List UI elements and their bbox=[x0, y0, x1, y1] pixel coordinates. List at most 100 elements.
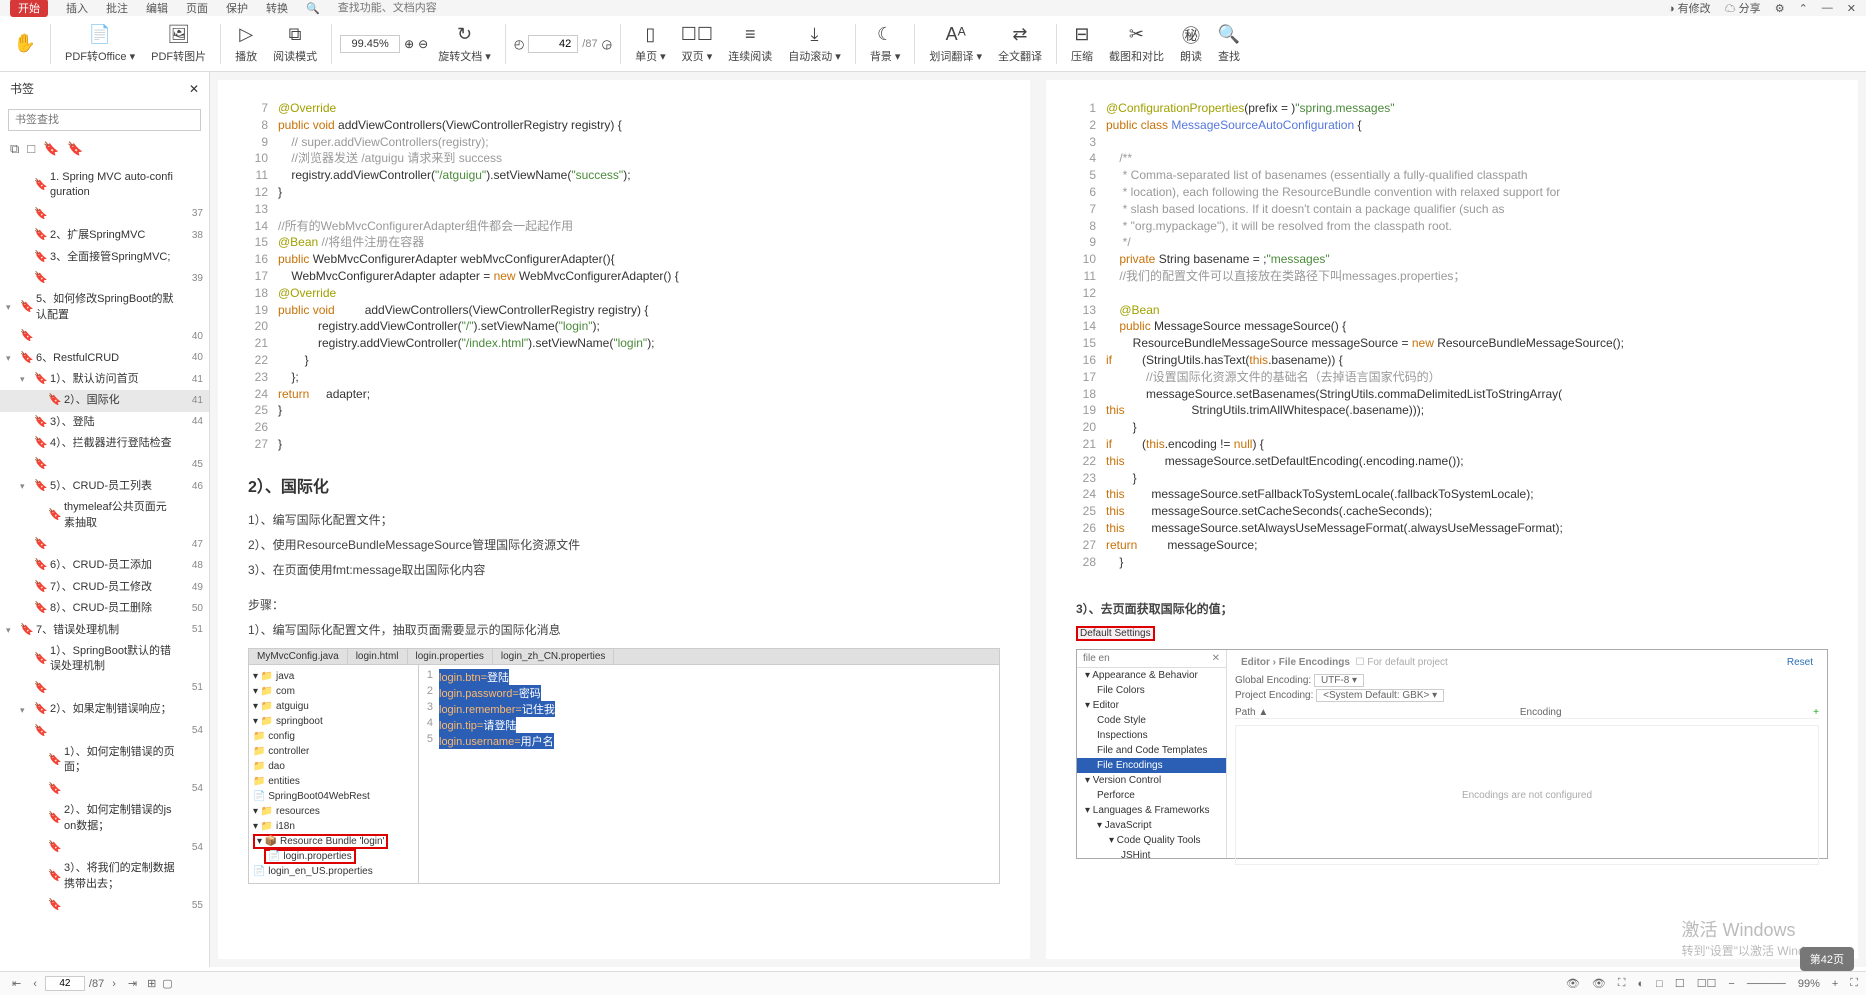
prev-page-icon[interactable]: ◴ bbox=[514, 37, 524, 51]
continuous-read[interactable]: ≡连续阅读 bbox=[722, 20, 778, 68]
ide-tree-item[interactable]: 📄 login.properties bbox=[253, 849, 414, 864]
settings-tree-item[interactable]: ▾ Version Control bbox=[1077, 773, 1226, 788]
rotate-doc[interactable]: ↻旋转文档 ▾ bbox=[432, 20, 497, 68]
zoom-slider[interactable]: ───── bbox=[1747, 978, 1786, 990]
view-icon[interactable]: 👁 bbox=[1592, 977, 1606, 990]
next-page-icon[interactable]: ◶ bbox=[602, 37, 612, 51]
settings-tree-item[interactable]: Inspections bbox=[1077, 728, 1226, 743]
compress[interactable]: ⊟压缩 bbox=[1065, 20, 1099, 68]
gear-icon[interactable]: ⚙ bbox=[1775, 2, 1785, 15]
ide-tree-item[interactable]: 📁 config bbox=[253, 729, 414, 744]
bookmark-item[interactable]: ▾🔖5）、CRUD-员工列表46 bbox=[0, 476, 209, 497]
bookmark-item[interactable]: 🔖3）、将我们的定制数据携带出去； bbox=[0, 858, 209, 895]
tab-insert[interactable]: 插入 bbox=[66, 0, 88, 16]
proj-enc-dropdown[interactable]: <System Default: GBK> ▾ bbox=[1316, 689, 1444, 702]
background[interactable]: ☾背景 ▾ bbox=[864, 20, 907, 68]
full-translate[interactable]: ⇄全文翻译 bbox=[992, 20, 1048, 68]
highlight-tab[interactable]: 开始 bbox=[10, 0, 48, 17]
auto-scroll[interactable]: ⤓自动滚动 ▾ bbox=[782, 20, 847, 68]
ide-tab[interactable]: MyMvcConfig.java bbox=[249, 649, 348, 664]
bookmark-item[interactable]: ▾🔖7、错误处理机制51 bbox=[0, 620, 209, 641]
ide-tree-item[interactable]: ▾ 📁 java bbox=[253, 669, 414, 684]
single-page[interactable]: ▯单页 ▾ bbox=[629, 20, 672, 68]
settings-tree-item[interactable]: ▾ Editor bbox=[1077, 698, 1226, 713]
share-button[interactable]: ☁ 分享 bbox=[1725, 0, 1761, 16]
sb-icon-4[interactable]: 🔖 bbox=[67, 141, 83, 157]
screenshot-compare[interactable]: ✂截图和对比 bbox=[1103, 20, 1170, 68]
bookmark-item[interactable]: 🔖51 bbox=[0, 678, 209, 699]
ide-tree-item[interactable]: ▾ 📁 atguigu bbox=[253, 699, 414, 714]
sb-icon-2[interactable]: □ bbox=[27, 141, 35, 157]
play-button[interactable]: ▷播放 bbox=[229, 20, 263, 68]
last-page-icon[interactable]: ⇥ bbox=[124, 977, 141, 990]
view-icon[interactable]: ◐ bbox=[1638, 978, 1645, 990]
view-icon[interactable]: 👁 bbox=[1566, 977, 1580, 990]
status-icon[interactable]: ⊞ bbox=[147, 977, 156, 990]
view-icon[interactable]: ☐ bbox=[1675, 977, 1685, 990]
settings-tree-item[interactable]: Perforce bbox=[1077, 788, 1226, 803]
reset-link[interactable]: Reset bbox=[1787, 657, 1813, 668]
path-col[interactable]: Path ▲ bbox=[1235, 707, 1268, 718]
ide-tab[interactable]: login.properties bbox=[408, 649, 493, 664]
tab-edit[interactable]: 编辑 bbox=[146, 0, 168, 16]
ide-tree-item[interactable]: 📁 dao bbox=[253, 759, 414, 774]
double-page[interactable]: ☐☐双页 ▾ bbox=[676, 20, 719, 68]
settings-tree-item[interactable]: Code Style bbox=[1077, 713, 1226, 728]
close-icon[interactable]: ✕ bbox=[1847, 2, 1856, 15]
find[interactable]: 🔍查找 bbox=[1212, 20, 1246, 68]
tab-convert[interactable]: 转换 bbox=[266, 0, 288, 16]
hand-tool[interactable]: ✋ bbox=[8, 29, 42, 59]
bookmark-item[interactable]: 🔖7）、CRUD-员工修改49 bbox=[0, 577, 209, 598]
pdf-to-office[interactable]: 📄PDF转Office ▾ bbox=[59, 20, 141, 68]
global-enc-dropdown[interactable]: UTF-8 ▾ bbox=[1314, 674, 1364, 687]
bookmark-item[interactable]: 🔖54 bbox=[0, 721, 209, 742]
first-page-icon[interactable]: ⇤ bbox=[8, 977, 25, 990]
ide-tree-item[interactable]: 📄 SpringBoot04WebRest bbox=[253, 789, 414, 804]
ide-tree-item[interactable]: 📁 entities bbox=[253, 774, 414, 789]
sidebar-close-icon[interactable]: ✕ bbox=[189, 82, 199, 96]
bookmark-item[interactable]: ▾🔖5、如何修改SpringBoot的默认配置 bbox=[0, 289, 209, 326]
ide-tree-item[interactable]: ▾ 📁 resources bbox=[253, 804, 414, 819]
zoom-out-icon[interactable]: ⊕ bbox=[404, 37, 414, 51]
bookmark-item[interactable]: 🔖1）、SpringBoot默认的错误处理机制 bbox=[0, 641, 209, 678]
status-icon[interactable]: ▢ bbox=[162, 977, 172, 990]
settings-tree-item[interactable]: File Colors bbox=[1077, 683, 1226, 698]
bookmark-search-input[interactable] bbox=[8, 109, 201, 131]
bookmark-item[interactable]: 🔖1）、如何定制错误的页面； bbox=[0, 742, 209, 779]
page-input[interactable] bbox=[528, 35, 578, 53]
view-icon[interactable]: ⛶ bbox=[1618, 977, 1626, 990]
ide-tree-item[interactable]: 📄 login_en_US.properties bbox=[253, 864, 414, 879]
settings-tree-item[interactable]: JSHint bbox=[1077, 848, 1226, 858]
bookmark-item[interactable]: 🔖2）、国际化41 bbox=[0, 390, 209, 411]
bookmark-item[interactable]: 🔖47 bbox=[0, 534, 209, 555]
fullscreen-icon[interactable]: ⛶ bbox=[1850, 977, 1858, 990]
settings-tree-item[interactable]: ▾ Code Quality Tools bbox=[1077, 833, 1226, 848]
settings-tree-item[interactable]: File and Code Templates bbox=[1077, 743, 1226, 758]
zoom-percentage[interactable]: 99.45% bbox=[340, 35, 400, 53]
tab-annotate[interactable]: 批注 bbox=[106, 0, 128, 16]
zoom-in-btn[interactable]: + bbox=[1832, 978, 1838, 990]
bookmark-item[interactable]: ▾🔖6、RestfulCRUD40 bbox=[0, 348, 209, 369]
settings-tree-item[interactable]: ▾ Appearance & Behavior bbox=[1077, 668, 1226, 683]
zoom-in-icon[interactable]: ⊖ bbox=[418, 37, 428, 51]
bookmark-item[interactable]: 🔖2、扩展SpringMVC38 bbox=[0, 225, 209, 246]
bookmark-item[interactable]: ▾🔖1）、默认访问首页41 bbox=[0, 369, 209, 390]
settings-search[interactable] bbox=[1083, 653, 1179, 664]
zoom-out-btn[interactable]: − bbox=[1728, 978, 1734, 990]
reading-mode[interactable]: ⧉阅读模式 bbox=[267, 20, 323, 68]
bookmark-item[interactable]: 🔖2）、如何定制错误的json数据； bbox=[0, 800, 209, 837]
ide-tree-item[interactable]: ▾ 📁 springboot bbox=[253, 714, 414, 729]
status-page-input[interactable] bbox=[45, 976, 85, 991]
search-icon[interactable]: 🔍 bbox=[306, 2, 320, 15]
bookmark-item[interactable]: 🔖55 bbox=[0, 895, 209, 916]
bookmark-item[interactable]: 🔖54 bbox=[0, 837, 209, 858]
caret-icon[interactable]: ⌃ bbox=[1799, 2, 1808, 15]
ide-tree-item[interactable]: 📁 controller bbox=[253, 744, 414, 759]
ide-tab[interactable]: login_zh_CN.properties bbox=[493, 649, 615, 664]
bookmark-item[interactable]: 🔖1. Spring MVC auto-configuration bbox=[0, 167, 209, 204]
bookmark-item[interactable]: 🔖40 bbox=[0, 326, 209, 347]
function-search-input[interactable] bbox=[338, 2, 480, 14]
ide-tree-item[interactable]: ▾ 📁 i18n bbox=[253, 819, 414, 834]
settings-tree-item[interactable]: File Encodings bbox=[1077, 758, 1226, 773]
for-project-checkbox[interactable]: ☐ For default project bbox=[1355, 657, 1447, 668]
